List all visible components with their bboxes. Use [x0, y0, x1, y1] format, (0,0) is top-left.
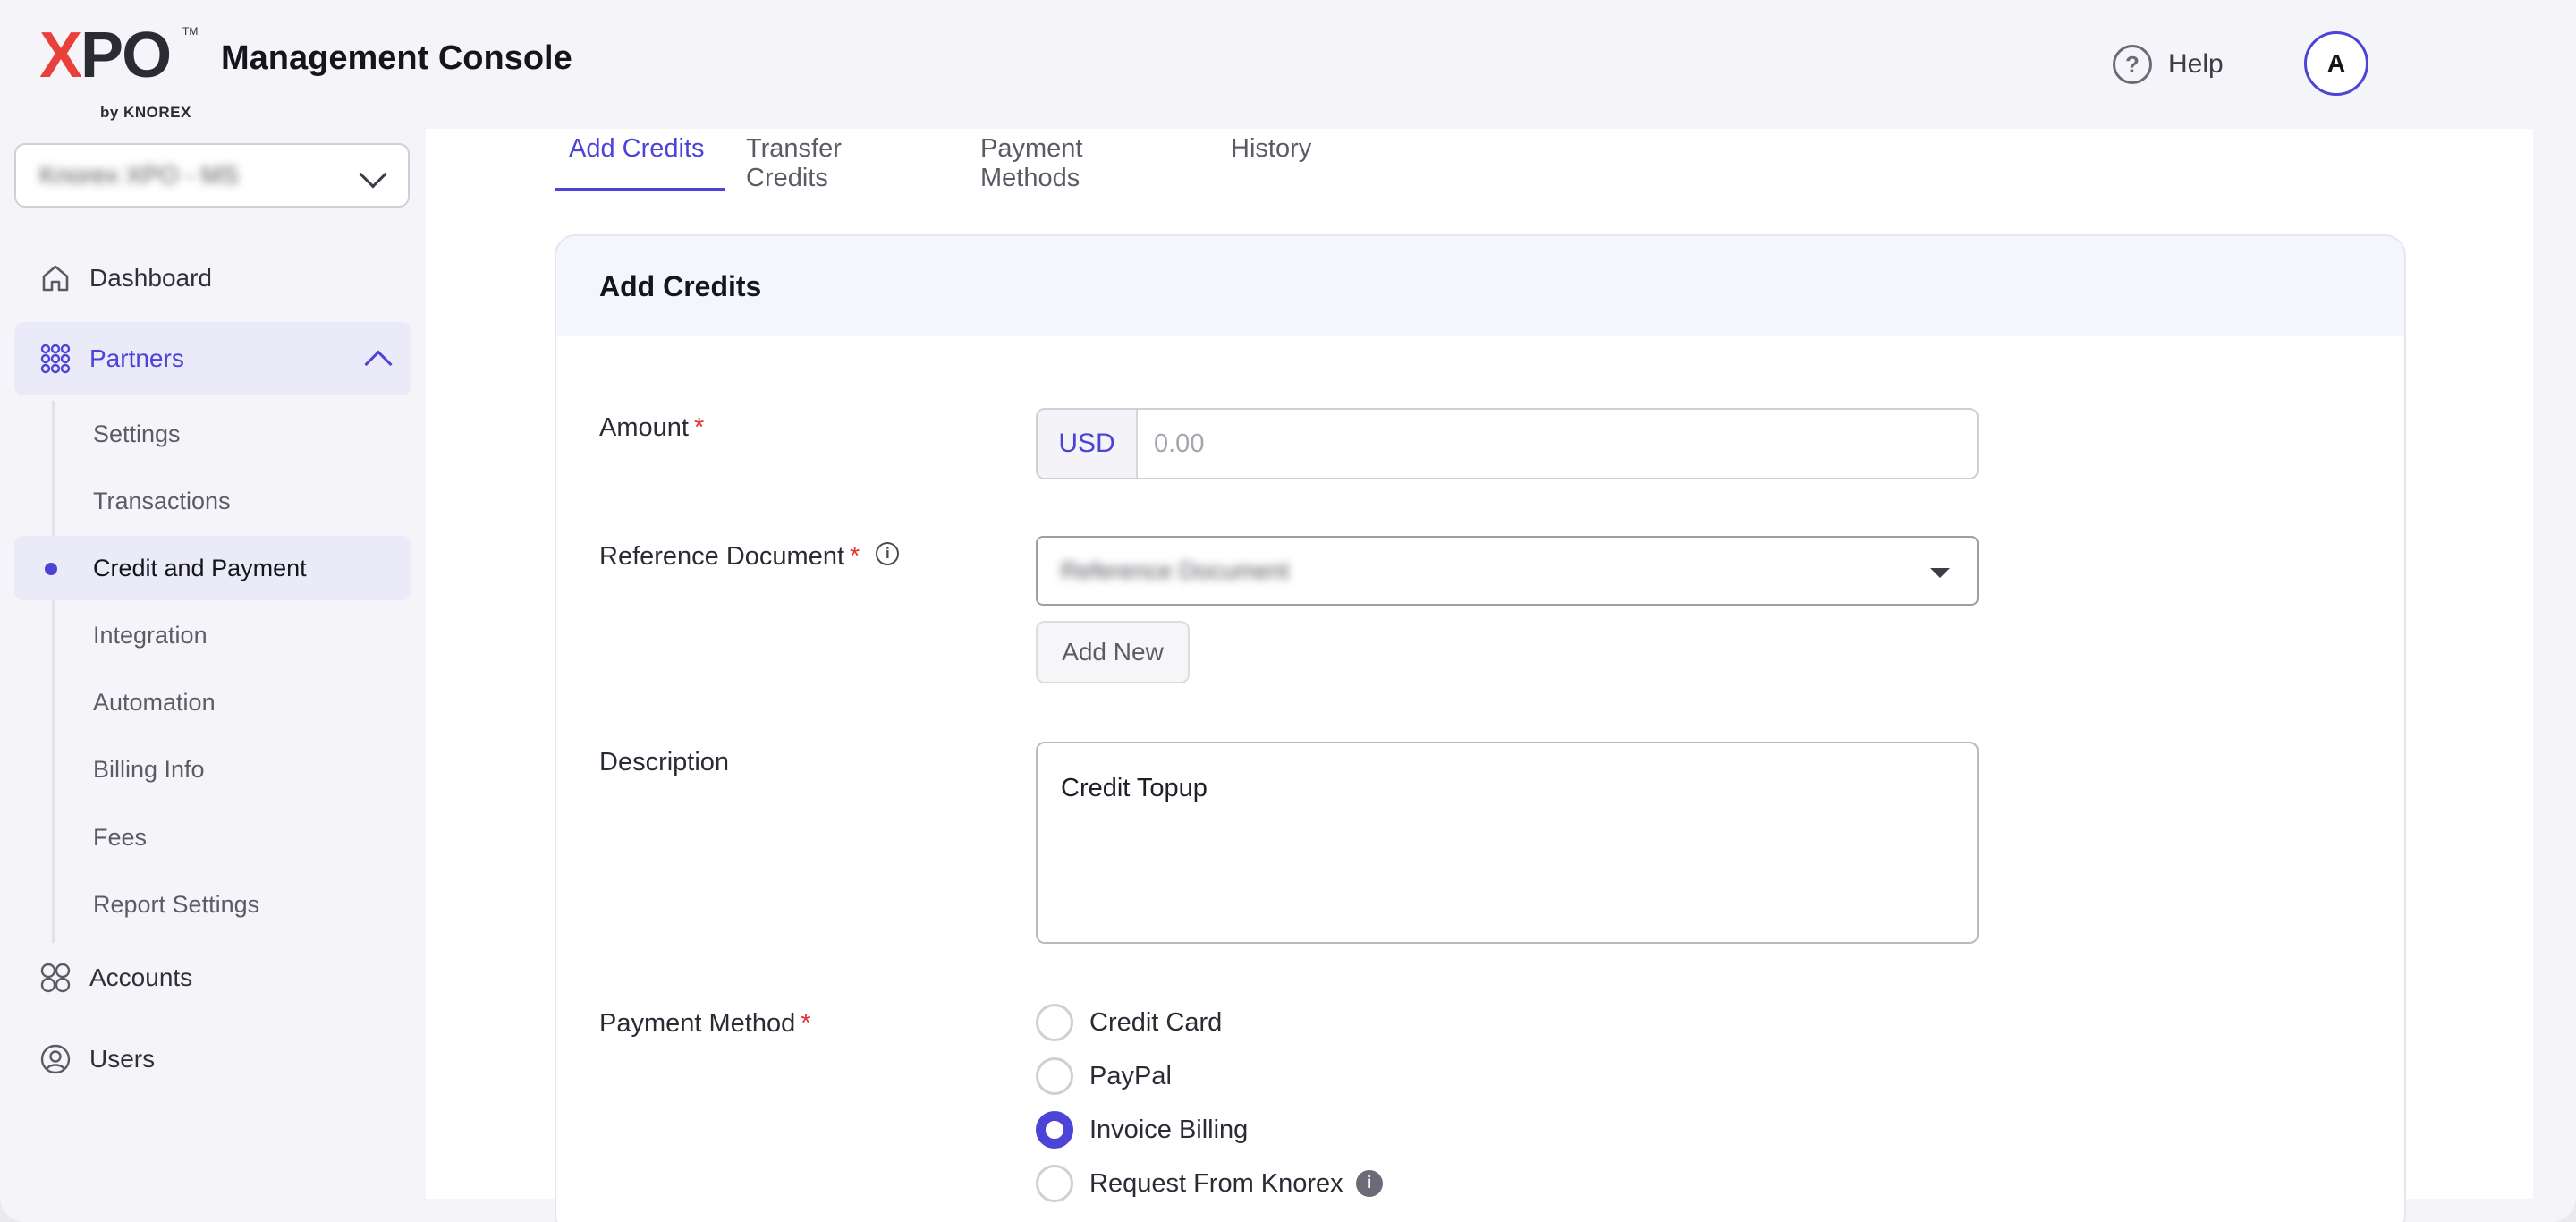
sidebar-subitem-report-settings[interactable]: Report Settings	[14, 872, 411, 937]
description-label: Description	[599, 748, 729, 777]
amount-label: Amount *	[599, 413, 704, 443]
required-mark: *	[801, 1009, 811, 1038]
active-indicator-dot	[45, 563, 57, 575]
sidebar-subitem-label: Settings	[93, 420, 181, 447]
sidebar-item-label: Users	[89, 1045, 156, 1073]
description-textarea[interactable]: Credit Topup	[1036, 742, 1979, 944]
sidebar-subitem-label: Automation	[93, 688, 216, 716]
payment-option-credit-card[interactable]: Credit Card	[1036, 1002, 1222, 1043]
tab-add-credits[interactable]: Add Credits	[555, 129, 724, 191]
reference-document-label-text: Reference Document	[599, 542, 845, 571]
tab-history[interactable]: History	[1216, 129, 1326, 191]
payment-option-request-from-knorex[interactable]: Request From Knorex i	[1036, 1163, 1383, 1204]
payment-option-paypal[interactable]: PayPal	[1036, 1056, 1172, 1097]
help-button[interactable]: ? Help	[2113, 43, 2224, 86]
sidebar-subitem-label: Fees	[93, 823, 148, 851]
sidebar-subitem-transactions[interactable]: Transactions	[14, 469, 411, 533]
payment-option-label: Invoice Billing	[1089, 1115, 1249, 1144]
payment-option-label: PayPal	[1089, 1061, 1172, 1090]
app-window: XPO TM by KNOREX Management Console ? He…	[0, 0, 2576, 1222]
payment-method-label-text: Payment Method	[599, 1009, 796, 1038]
sidebar-subitem-fees[interactable]: Fees	[14, 805, 411, 870]
info-filled-icon[interactable]: i	[1355, 1170, 1383, 1197]
four-circles-icon	[38, 960, 73, 996]
radio-button[interactable]	[1036, 1165, 1073, 1202]
currency-addon: USD	[1038, 410, 1138, 478]
account-selector-value: Knorex XPO - MS	[39, 161, 239, 189]
grid-dots-icon	[38, 341, 73, 377]
radio-button[interactable]	[1036, 1004, 1073, 1041]
sidebar-subitem-label: Report Settings	[93, 890, 260, 918]
sidebar-item-partners[interactable]: Partners	[14, 322, 411, 395]
reference-document-label: Reference Document * i	[599, 541, 900, 572]
sidebar-item-label: Dashboard	[89, 264, 212, 292]
home-icon	[38, 260, 73, 296]
add-credits-card: Add Credits Amount * USD Reference Docum…	[555, 234, 2406, 1222]
logo-trademark: TM	[182, 25, 199, 38]
sidebar-subitem-label: Transactions	[93, 487, 231, 514]
sidebar-item-label: Accounts	[89, 963, 193, 991]
payment-option-invoice-billing[interactable]: Invoice Billing	[1036, 1109, 1248, 1150]
xpo-logo[interactable]: XPO TM by KNOREX	[39, 20, 200, 121]
add-new-button[interactable]: Add New	[1036, 621, 1190, 683]
sidebar-subitem-automation[interactable]: Automation	[14, 670, 411, 734]
required-mark: *	[693, 413, 705, 442]
sidebar-item-label: Partners	[89, 344, 184, 372]
main-content: Add Credits Transfer Credits Payment Met…	[426, 129, 2533, 1222]
sidebar-item-accounts[interactable]: Accounts	[14, 941, 411, 1014]
sidebar-subitem-billing-info[interactable]: Billing Info	[14, 737, 411, 802]
amount-input[interactable]	[1138, 410, 1977, 478]
description-label-text: Description	[599, 748, 730, 776]
amount-field: USD	[1036, 408, 1979, 479]
top-header: XPO TM by KNOREX Management Console ? He…	[0, 0, 2576, 129]
sidebar-subitem-label: Billing Info	[93, 755, 205, 783]
chevron-up-icon[interactable]	[364, 350, 393, 378]
required-mark: *	[850, 542, 860, 571]
card-title: Add Credits	[556, 236, 2404, 336]
sidebar-subitem-integration[interactable]: Integration	[14, 603, 411, 667]
sidebar-item-dashboard[interactable]: Dashboard	[14, 242, 411, 315]
help-label: Help	[2168, 49, 2224, 79]
logo-mark: XPO	[39, 20, 172, 91]
user-circle-icon	[38, 1041, 73, 1077]
app-title: Management Console	[221, 39, 572, 77]
caret-down-icon	[1930, 568, 1950, 578]
question-circle-icon: ?	[2113, 45, 2152, 84]
reference-document-value: Reference Document	[1061, 556, 1290, 584]
payment-method-label: Payment Method *	[599, 1009, 811, 1039]
tab-payment-methods[interactable]: Payment Methods	[966, 129, 1097, 192]
radio-button-selected[interactable]	[1036, 1111, 1073, 1149]
logo-byline: by KNOREX	[100, 104, 191, 121]
payment-option-label: Request From Knorex	[1089, 1168, 1343, 1198]
sidebar-subitem-label: Integration	[93, 621, 208, 649]
user-avatar[interactable]: A	[2304, 31, 2368, 96]
amount-label-text: Amount	[599, 413, 689, 442]
sidebar-subitem-credit-and-payment[interactable]: Credit and Payment	[14, 536, 411, 600]
chevron-down-icon	[359, 160, 387, 189]
reference-document-select[interactable]: Reference Document	[1036, 536, 1979, 606]
sidebar-subitem-label: Credit and Payment	[93, 554, 307, 581]
sidebar-subitem-settings[interactable]: Settings	[14, 402, 411, 466]
radio-button[interactable]	[1036, 1057, 1073, 1095]
payment-option-label: Credit Card	[1089, 1007, 1223, 1037]
account-selector[interactable]: Knorex XPO - MS	[14, 143, 410, 208]
sidebar-item-users[interactable]: Users	[14, 1023, 411, 1096]
tab-transfer-credits[interactable]: Transfer Credits	[732, 129, 856, 192]
info-icon[interactable]: i	[876, 541, 900, 565]
